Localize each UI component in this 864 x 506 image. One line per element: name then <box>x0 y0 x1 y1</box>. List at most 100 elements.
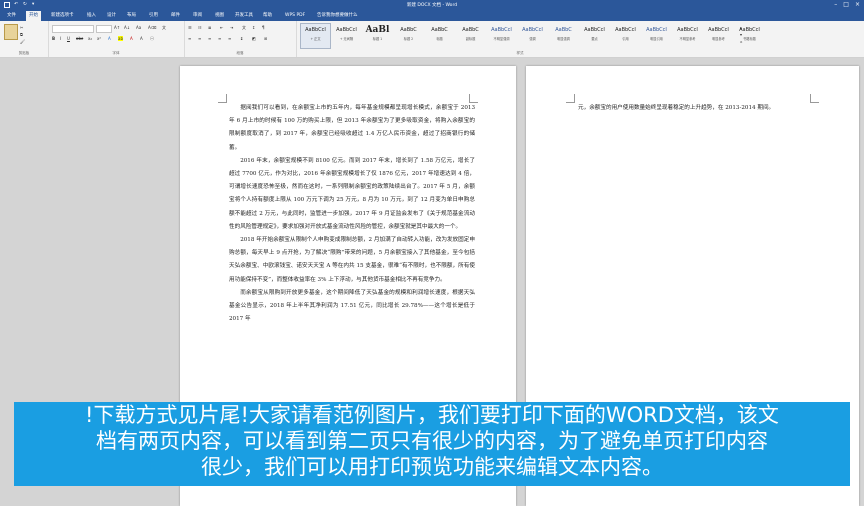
bullets-icon[interactable]: ☰ <box>188 25 192 30</box>
increase-indent-icon[interactable]: ⇥ <box>230 25 233 30</box>
style-item[interactable]: AaBbCcI 要点 <box>579 23 610 49</box>
style-preview: AaBbCcI <box>615 27 636 33</box>
borders-icon[interactable]: ⊞ <box>264 36 267 41</box>
shading-icon[interactable]: ◩ <box>252 36 256 41</box>
tab-4[interactable]: 设计 <box>104 11 119 21</box>
style-preview: AaBbCcI <box>336 27 357 33</box>
gallery-more-icon[interactable]: ⩡ <box>740 39 742 44</box>
tab-8[interactable]: 审阅 <box>190 11 205 21</box>
style-item[interactable]: AaBbC 标题 2 <box>393 23 424 49</box>
text-effects-icon[interactable]: A <box>108 36 111 41</box>
caption-line: 档有两页内容，可以看到第二页只有很少的内容，为了避免单页打印内容 <box>96 429 768 453</box>
cut-icon[interactable]: ✂ <box>20 25 23 30</box>
shrink-font-icon[interactable]: A↓ <box>124 25 130 30</box>
gallery-up-icon[interactable]: ▴ <box>740 25 742 30</box>
distributed-icon[interactable]: ≡ <box>228 36 231 41</box>
paragraph: 据阅我们可以看到，在余额宝上市的五年内，每年基金规模都呈现增长模式，余额宝于 2… <box>229 105 475 151</box>
tab-3[interactable]: 插入 <box>84 11 99 21</box>
align-right-icon[interactable]: ≡ <box>208 36 211 41</box>
style-preview: AaBbC <box>431 27 448 33</box>
tab-1[interactable]: 开始 <box>26 11 41 21</box>
bold-icon[interactable]: B <box>52 36 55 41</box>
format-painter-icon[interactable]: 🖌 <box>20 39 25 44</box>
clipboard-group: ✂ ⧉ 🖌 剪贴板 <box>0 21 49 57</box>
highlight-icon[interactable]: ab <box>118 36 123 41</box>
char-shading-icon[interactable]: A <box>140 36 143 41</box>
grow-font-icon[interactable]: A↑ <box>114 25 120 30</box>
page-2-body[interactable]: 元，余额宝的用户使用数量始终呈现着稳定的上升趋势，在 2013-2014 期间。 <box>578 102 824 115</box>
show-marks-icon[interactable]: ¶ <box>262 25 265 30</box>
chinese-layout-icon[interactable]: 文 <box>242 25 246 31</box>
tab-7[interactable]: 邮件 <box>168 11 183 21</box>
style-preview: AaBbCcI <box>708 27 729 33</box>
page-1-body[interactable]: 据阅我们可以看到，在余额宝上市的五年内，每年基金规模都呈现增长模式，余额宝于 2… <box>229 102 475 326</box>
style-name: + 无间隔 <box>339 37 354 41</box>
font-group: A↑ A↓ Aa A⌫ 文 B I U abc x₂ x² A ab A A ㊀… <box>48 21 185 57</box>
minimize-icon[interactable]: – <box>834 1 837 8</box>
style-item[interactable]: AaBbC 副标题 <box>455 23 486 49</box>
style-name: 强调 <box>529 37 536 41</box>
tab-0[interactable]: 文件 <box>4 11 19 21</box>
style-preview: AaBbC <box>555 27 572 33</box>
style-item[interactable]: AaBbCcI 强调 <box>517 23 548 49</box>
style-item[interactable]: AaBbC 明显强调 <box>548 23 579 49</box>
sort-icon[interactable]: ↕ <box>252 25 255 30</box>
tab-13[interactable]: 告诉我你想要做什么 <box>314 11 361 21</box>
styles-gallery: AaBbCcI + 正文 AaBbCcI + 无间隔 AaBl 标题 1 AaBbC 标题 2… <box>300 23 765 49</box>
gallery-down-icon[interactable]: ▾ <box>740 32 742 37</box>
font-color-icon[interactable]: A <box>130 36 133 41</box>
change-case-icon[interactable]: Aa <box>136 25 141 30</box>
style-item[interactable]: AaBl 标题 1 <box>362 23 393 49</box>
close-icon[interactable]: × <box>855 1 860 8</box>
font-size-select[interactable] <box>96 25 112 33</box>
font-name-select[interactable] <box>52 25 94 33</box>
style-preview: AaBbCcI <box>491 27 512 33</box>
style-item[interactable]: AaBbCcI + 无间隔 <box>331 23 362 49</box>
copy-icon[interactable]: ⧉ <box>20 32 23 37</box>
caption-line: 很少，我们可以用打印预览功能来编辑文本内容。 <box>201 455 663 479</box>
style-item[interactable]: AaBbCcI 明显参考 <box>703 23 734 49</box>
italic-icon[interactable]: I <box>60 36 61 41</box>
style-item[interactable]: AaBbCcI 不明显参考 <box>672 23 703 49</box>
clear-format-icon[interactable]: A⌫ <box>148 25 156 30</box>
style-item[interactable]: AaBbC 标题 <box>424 23 455 49</box>
numbering-icon[interactable]: ☷ <box>198 25 202 30</box>
paste-icon[interactable] <box>4 24 18 40</box>
style-preview: AaBbCcI <box>584 27 605 33</box>
underline-icon[interactable]: U <box>67 36 70 41</box>
style-preview: AaBbCcI <box>677 27 698 33</box>
style-preview: AaBbC <box>462 27 479 33</box>
tab-11[interactable]: 帮助 <box>260 11 275 21</box>
tab-2[interactable]: 新建选项卡 <box>48 11 77 21</box>
style-item[interactable]: AaBbCcI 引用 <box>610 23 641 49</box>
ribbon: ✂ ⧉ 🖌 剪贴板 A↑ A↓ Aa A⌫ 文 B I U abc x₂ x² … <box>0 21 864 58</box>
align-left-icon[interactable]: ≡ <box>188 36 191 41</box>
style-item[interactable]: AaBbCcI 书籍标题 <box>734 23 765 49</box>
tab-5[interactable]: 布局 <box>124 11 139 21</box>
paragraph: 而余额宝从限购到开放更多基金，这个期间降低了天弘基金的规模和利润增长速度，根据天… <box>229 289 475 323</box>
paragraph: 元，余额宝的用户使用数量始终呈现着稳定的上升趋势，在 2013-2014 期间。 <box>578 105 775 111</box>
tab-6[interactable]: 引用 <box>146 11 161 21</box>
maximize-icon[interactable]: □ <box>843 1 849 8</box>
caption-line: !下载方式见片尾!大家请看范例图片，我们要打印下面的WORD文档，该文 <box>85 403 779 427</box>
tab-12[interactable]: WPS PDF <box>282 11 308 21</box>
strikethrough-icon[interactable]: abc <box>76 36 83 41</box>
subscript-icon[interactable]: x₂ <box>88 36 92 41</box>
multilevel-list-icon[interactable]: ≣ <box>208 25 211 30</box>
enclose-char-icon[interactable]: ㊀ <box>150 36 154 42</box>
superscript-icon[interactable]: x² <box>97 36 101 41</box>
group-label: 字体 <box>112 51 120 55</box>
phonetic-icon[interactable]: 文 <box>162 25 166 31</box>
align-center-icon[interactable]: ≡ <box>198 36 201 41</box>
style-item[interactable]: AaBbCcI 明显引用 <box>641 23 672 49</box>
style-preview: AaBl <box>365 25 390 35</box>
line-spacing-icon[interactable]: ↨ <box>240 36 243 41</box>
decrease-indent-icon[interactable]: ⇤ <box>220 25 223 30</box>
tab-10[interactable]: 开发工具 <box>232 11 256 21</box>
justify-icon[interactable]: ≡ <box>218 36 221 41</box>
tab-9[interactable]: 视图 <box>212 11 227 21</box>
group-label: 段落 <box>236 51 244 55</box>
style-item[interactable]: AaBbCcI 不明显强调 <box>486 23 517 49</box>
style-item[interactable]: AaBbCcI + 正文 <box>300 23 331 49</box>
paragraph: 2018 年开始余额宝从限制个人申购变成限制总额，2 月加满了自动转入功能，改为… <box>229 237 475 283</box>
